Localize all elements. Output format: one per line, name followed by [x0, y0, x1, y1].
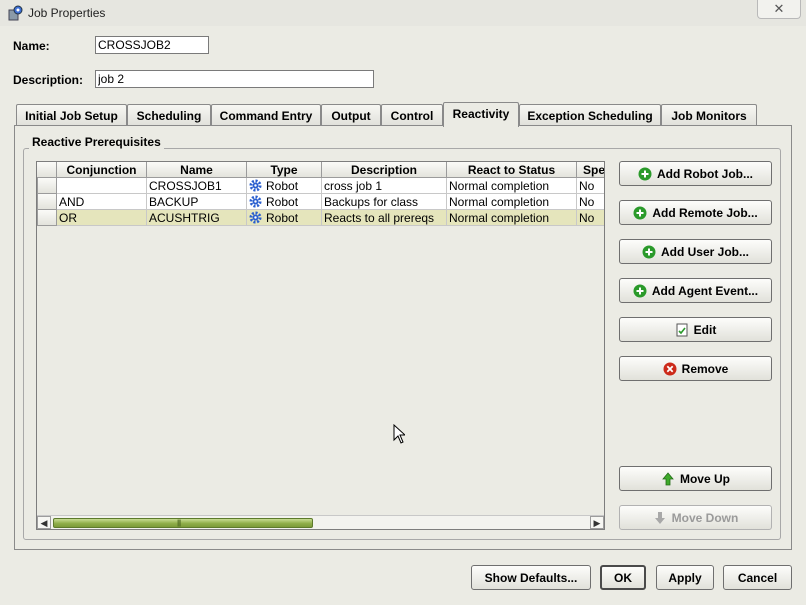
cell-spe: No	[577, 210, 604, 226]
edit-button[interactable]: Edit	[619, 317, 772, 342]
add-user-job-label: Add User Job...	[660, 244, 749, 259]
arrow-down-icon	[654, 511, 665, 524]
cell-spe: No	[577, 178, 604, 194]
cell-description: Reacts to all prereqs	[322, 210, 447, 226]
cell-status: Normal completion	[447, 210, 577, 226]
description-label: Description:	[13, 73, 84, 87]
robot-gear-icon	[249, 179, 262, 192]
grip-icon: ||||	[177, 520, 181, 527]
scroll-thumb[interactable]: ||||	[53, 518, 313, 528]
job-properties-icon	[8, 5, 23, 21]
mouse-cursor-icon	[393, 424, 405, 444]
tab-scheduling[interactable]: Scheduling	[127, 104, 211, 126]
apply-button[interactable]: Apply	[656, 565, 714, 590]
tab-reactivity[interactable]: Reactivity	[443, 102, 519, 127]
show-defaults-button[interactable]: Show Defaults...	[471, 565, 591, 590]
table-row[interactable]: AND BACKUP Robot Backups for class Norma…	[37, 194, 604, 210]
column-header-type[interactable]: Type	[247, 162, 322, 178]
add-agent-event-label: Add Agent Event...	[651, 283, 759, 298]
cell-spe: No	[577, 194, 604, 210]
title-bar: Job Properties ✕	[0, 0, 806, 26]
robot-gear-icon	[249, 211, 262, 224]
column-header-description[interactable]: Description	[322, 162, 447, 178]
table-row-selected[interactable]: OR ACUSHTRIG Robot Reacts to all prereqs…	[37, 210, 604, 226]
column-header-spe[interactable]: Spe	[577, 162, 604, 178]
row-header-corner	[37, 162, 57, 178]
cell-conjunction: AND	[57, 194, 147, 210]
column-header-react-status[interactable]: React to Status	[447, 162, 577, 178]
name-label: Name:	[13, 39, 50, 53]
scroll-left-arrow-icon[interactable]: ◀	[37, 516, 51, 529]
move-up-label: Move Up	[679, 471, 730, 486]
cancel-button[interactable]: Cancel	[723, 565, 792, 590]
remove-label: Remove	[681, 361, 729, 376]
move-down-label: Move Down	[671, 510, 739, 525]
group-title: Reactive Prerequisites	[29, 135, 164, 149]
table-row[interactable]: CROSSJOB1 Robot cross job 1 Normal compl…	[37, 178, 604, 194]
cell-name: ACUSHTRIG	[147, 210, 247, 226]
add-remote-job-label: Add Remote Job...	[652, 205, 758, 220]
cell-conjunction	[57, 178, 147, 194]
remove-icon	[663, 362, 677, 375]
window-title: Job Properties	[28, 6, 106, 20]
move-down-button[interactable]: Move Down	[619, 505, 772, 530]
cell-status: Normal completion	[447, 194, 577, 210]
tab-exception-scheduling[interactable]: Exception Scheduling	[519, 104, 661, 126]
table-header: Conjunction Name Type Description React …	[37, 162, 604, 178]
prerequisites-table[interactable]: Conjunction Name Type Description React …	[36, 161, 605, 530]
cell-description: Backups for class	[322, 194, 447, 210]
name-field[interactable]	[95, 36, 209, 54]
tab-output[interactable]: Output	[321, 104, 381, 126]
tab-initial-job-setup[interactable]: Initial Job Setup	[16, 104, 127, 126]
add-icon	[633, 206, 647, 219]
add-icon	[638, 167, 652, 180]
robot-gear-icon	[249, 195, 262, 208]
cell-type: Robot	[247, 194, 322, 210]
row-header[interactable]	[37, 210, 57, 226]
arrow-up-icon	[662, 471, 674, 485]
ok-button[interactable]: OK	[600, 565, 646, 590]
cell-type: Robot	[247, 210, 322, 226]
add-robot-job-button[interactable]: Add Robot Job...	[619, 161, 772, 186]
description-field[interactable]	[95, 70, 374, 88]
cell-conjunction: OR	[57, 210, 147, 226]
tab-control[interactable]: Control	[381, 104, 443, 126]
add-user-job-button[interactable]: Add User Job...	[619, 239, 772, 264]
cell-name: CROSSJOB1	[147, 178, 247, 194]
cell-description: cross job 1	[322, 178, 447, 194]
scroll-right-arrow-icon[interactable]: ▶	[590, 516, 604, 529]
row-header[interactable]	[37, 194, 57, 210]
cell-status: Normal completion	[447, 178, 577, 194]
add-agent-event-button[interactable]: Add Agent Event...	[619, 278, 772, 303]
edit-document-icon	[676, 323, 688, 336]
cell-type: Robot	[247, 178, 322, 194]
add-robot-job-label: Add Robot Job...	[657, 166, 753, 181]
horizontal-scrollbar[interactable]: ◀ |||| ▶	[37, 515, 604, 529]
column-header-conjunction[interactable]: Conjunction	[57, 162, 147, 178]
type-label: Robot	[266, 179, 299, 193]
column-header-name[interactable]: Name	[147, 162, 247, 178]
tab-command-entry[interactable]: Command Entry	[211, 104, 321, 126]
edit-label: Edit	[693, 322, 717, 337]
row-header[interactable]	[37, 178, 57, 194]
add-remote-job-button[interactable]: Add Remote Job...	[619, 200, 772, 225]
close-button[interactable]: ✕	[757, 0, 801, 19]
add-icon	[633, 284, 647, 297]
move-up-button[interactable]: Move Up	[619, 466, 772, 491]
type-label: Robot	[266, 195, 299, 209]
remove-button[interactable]: Remove	[619, 356, 772, 381]
tab-job-monitors[interactable]: Job Monitors	[661, 104, 757, 126]
add-icon	[642, 245, 656, 258]
type-label: Robot	[266, 211, 299, 225]
cell-name: BACKUP	[147, 194, 247, 210]
